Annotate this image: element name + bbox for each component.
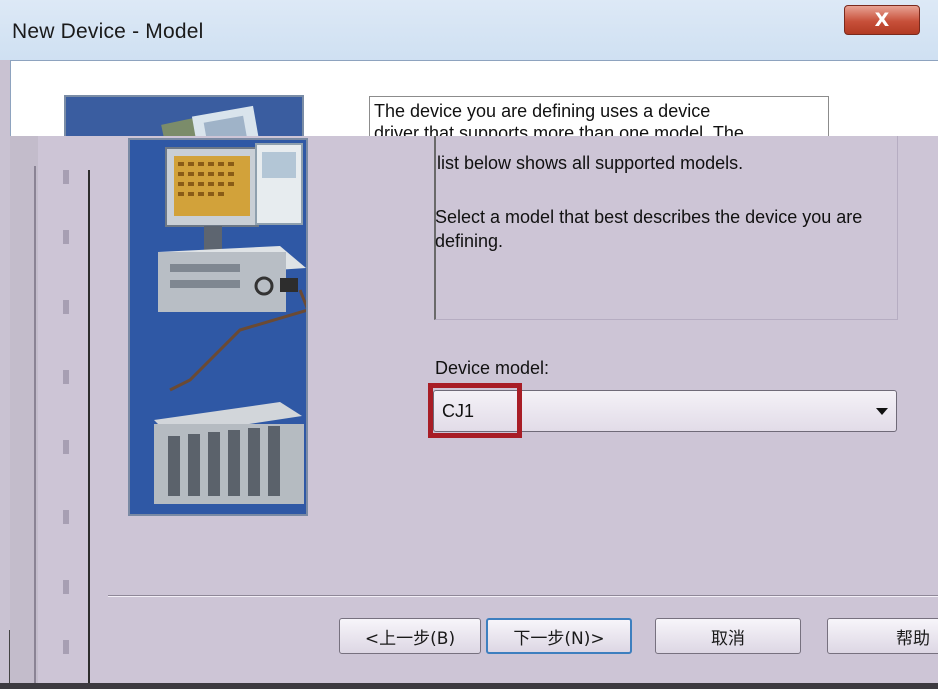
next-button[interactable]: 下一步(N)> [486,618,632,654]
left-strip-marks [63,170,73,670]
selection-highlight [428,383,522,438]
window-title: New Device - Model [12,20,204,43]
bottom-border [0,683,938,689]
title-bar: New Device - Model X [0,0,938,60]
description-line: list below shows all supported models. [437,153,744,173]
button-separator [108,595,938,597]
close-button[interactable]: X [844,5,920,35]
left-side-strip [10,136,38,689]
back-button[interactable]: <上一步(B) [339,618,481,654]
help-button[interactable]: 帮助 [827,618,938,654]
description-paragraph: Select a model that best describes the d… [435,207,863,251]
chevron-down-icon[interactable] [876,408,888,415]
device-model-label: Device model: [435,358,550,378]
bottom-left-edge [0,630,10,689]
computer-plc-illustration [128,138,308,516]
close-icon: X [874,9,890,31]
cancel-button[interactable]: 取消 [655,618,801,654]
